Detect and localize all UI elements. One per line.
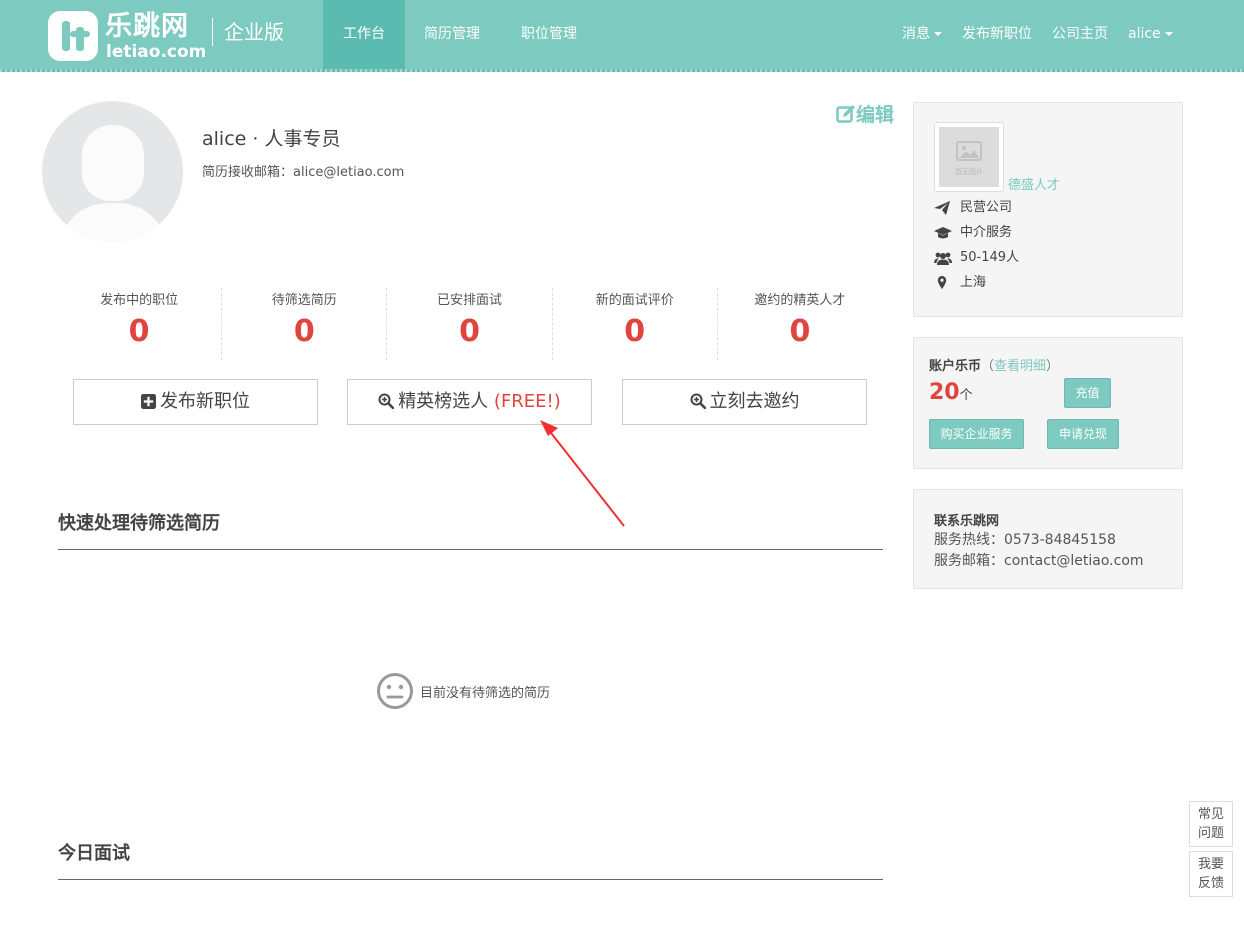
company-industry: 中介服务 (960, 225, 1013, 240)
logo-mark-icon (48, 11, 98, 61)
users-icon (934, 252, 952, 265)
invite-now-button[interactable]: 立刻去邀约 (622, 379, 867, 425)
nav-messages-label: 消息 (902, 26, 930, 42)
stat-label: 已安排面试 (437, 293, 503, 308)
company-size: 50-149人 (960, 250, 1020, 265)
image-placeholder-icon (956, 141, 982, 161)
faq-line2: 问题 (1197, 826, 1224, 841)
paren-open: （ (981, 359, 995, 374)
withdraw-button[interactable]: 申请兑现 (1047, 419, 1119, 449)
contact-email-value: contact@letiao.com (1004, 553, 1144, 569)
stat-value: 0 (293, 314, 315, 349)
coin-balance: 20个 (929, 380, 973, 405)
coin-label-row: 账户乐币（查看明细） (929, 355, 1059, 374)
contact-email-label: 服务邮箱 (934, 553, 1004, 569)
stat-label: 新的面试评价 (595, 293, 674, 308)
caret-down-icon (1164, 32, 1173, 36)
neutral-face-icon (377, 673, 413, 709)
profile-name-title: alice · 人事专员 (202, 128, 341, 150)
section-divider (58, 549, 883, 550)
empty-state-text: 目前没有待筛选的简历 (420, 685, 551, 701)
logo-placeholder-caption: 暂无图片 (955, 168, 983, 176)
caret-down-icon (934, 32, 942, 36)
profile-email: 简历接收邮箱alice@letiao.com (202, 161, 404, 180)
coin-label: 账户乐币 (929, 359, 982, 374)
nav-user-label: alice (1128, 26, 1161, 42)
faq-float-button[interactable]: 常见 问题 (1189, 801, 1233, 847)
stat-label: 待筛选简历 (271, 293, 337, 308)
today-interviews-title: 今日面试 (58, 843, 130, 864)
edit-profile-link[interactable]: 编辑 (836, 100, 894, 127)
graduation-cap-icon (934, 227, 952, 239)
logo-name: 乐跳网 (105, 11, 189, 42)
stats-bar: 发布中的职位 0 待筛选简历 0 已安排面试 0 新的面试评价 0 邀约的精英人… (57, 288, 882, 360)
stat-scheduled-interviews[interactable]: 已安排面试 0 (387, 288, 553, 360)
stat-label: 发布中的职位 (100, 293, 179, 308)
avatar (42, 101, 183, 242)
nav-company-home[interactable]: 公司主页 (1052, 0, 1108, 69)
contact-panel: 联系乐跳网 服务热线0573-84845158 服务邮箱contact@leti… (913, 489, 1183, 589)
recharge-button[interactable]: 充值 (1064, 378, 1111, 408)
plus-square-icon (141, 394, 156, 409)
nav-post-job[interactable]: 发布新职位 (962, 0, 1032, 69)
coin-count: 20 (929, 380, 960, 405)
coin-detail-link[interactable]: 查看明细 (994, 359, 1046, 374)
top-navbar: 乐跳网 letiao.com 企业版 工作台 简历管理 职位管理 消息 发布新职… (0, 0, 1244, 72)
nav-job-management[interactable]: 职位管理 (521, 0, 577, 69)
paren-close: ） (1046, 359, 1060, 374)
contact-title: 联系乐跳网 (934, 514, 1000, 529)
stat-label: 邀约的精英人才 (754, 293, 846, 308)
contact-hotline: 服务热线0573-84845158 (934, 529, 1116, 549)
map-marker-icon (937, 276, 947, 289)
coin-unit: 个 (959, 388, 973, 403)
feedback-line2: 反馈 (1197, 876, 1224, 891)
company-panel: 暂无图片 德盛人才 民营公司 中介服务 50-149人 上海 (913, 102, 1183, 317)
edit-icon (836, 105, 855, 123)
hotline-label: 服务热线 (934, 532, 1004, 548)
annotation-arrow-icon (540, 420, 625, 527)
feedback-line1: 我要 (1197, 857, 1224, 872)
stat-new-evaluations[interactable]: 新的面试评价 0 (553, 288, 718, 360)
stat-invited-talent[interactable]: 邀约的精英人才 0 (718, 288, 882, 360)
edition-label: 企业版 (212, 18, 284, 46)
nav-messages-dropdown[interactable]: 消息 (902, 0, 942, 69)
empty-state: 目前没有待筛选的简历 (376, 672, 551, 709)
edit-label: 编辑 (856, 104, 895, 126)
logo-domain: letiao.com (106, 42, 207, 62)
company-logo[interactable]: 暂无图片 (934, 122, 1004, 192)
zoom-in-icon (690, 393, 706, 410)
post-job-label: 发布新职位 (160, 391, 250, 412)
paper-plane-icon (934, 201, 950, 215)
site-logo[interactable]: 乐跳网 letiao.com (48, 11, 206, 62)
elite-pick-label: 精英榜选人 (398, 391, 489, 412)
stat-published-jobs[interactable]: 发布中的职位 0 (57, 288, 223, 360)
profile-email-value: alice@letiao.com (293, 165, 405, 180)
company-type: 民营公司 (960, 200, 1013, 215)
zoom-in-icon (378, 393, 395, 410)
invite-now-label: 立刻去邀约 (709, 391, 800, 412)
faq-line1: 常见 (1197, 807, 1224, 822)
feedback-float-button[interactable]: 我要 反馈 (1189, 851, 1233, 897)
profile-email-label: 简历接收邮箱 (202, 165, 293, 180)
free-tag: (FREE!) (493, 391, 561, 412)
company-city: 上海 (960, 275, 987, 290)
hotline-value: 0573-84845158 (1004, 532, 1116, 548)
stat-value: 0 (789, 314, 811, 349)
stat-value: 0 (459, 314, 480, 349)
section-divider (58, 879, 883, 880)
stat-value: 0 (128, 314, 150, 349)
stat-value: 0 (624, 314, 646, 349)
stat-pending-resumes[interactable]: 待筛选简历 0 (222, 288, 388, 360)
account-panel: 账户乐币（查看明细） 20个 充值 购买企业服务 申请兑现 (913, 337, 1183, 469)
contact-email: 服务邮箱contact@letiao.com (934, 550, 1144, 570)
post-job-button[interactable]: 发布新职位 (73, 379, 318, 425)
nav-workbench[interactable]: 工作台 (323, 0, 405, 69)
company-name-link[interactable]: 德盛人才 (1008, 174, 1060, 193)
pending-resumes-title: 快速处理待筛选简历 (58, 513, 220, 534)
nav-resume-management[interactable]: 简历管理 (424, 0, 480, 69)
buy-service-button[interactable]: 购买企业服务 (929, 419, 1024, 449)
nav-user-dropdown[interactable]: alice (1128, 0, 1173, 69)
